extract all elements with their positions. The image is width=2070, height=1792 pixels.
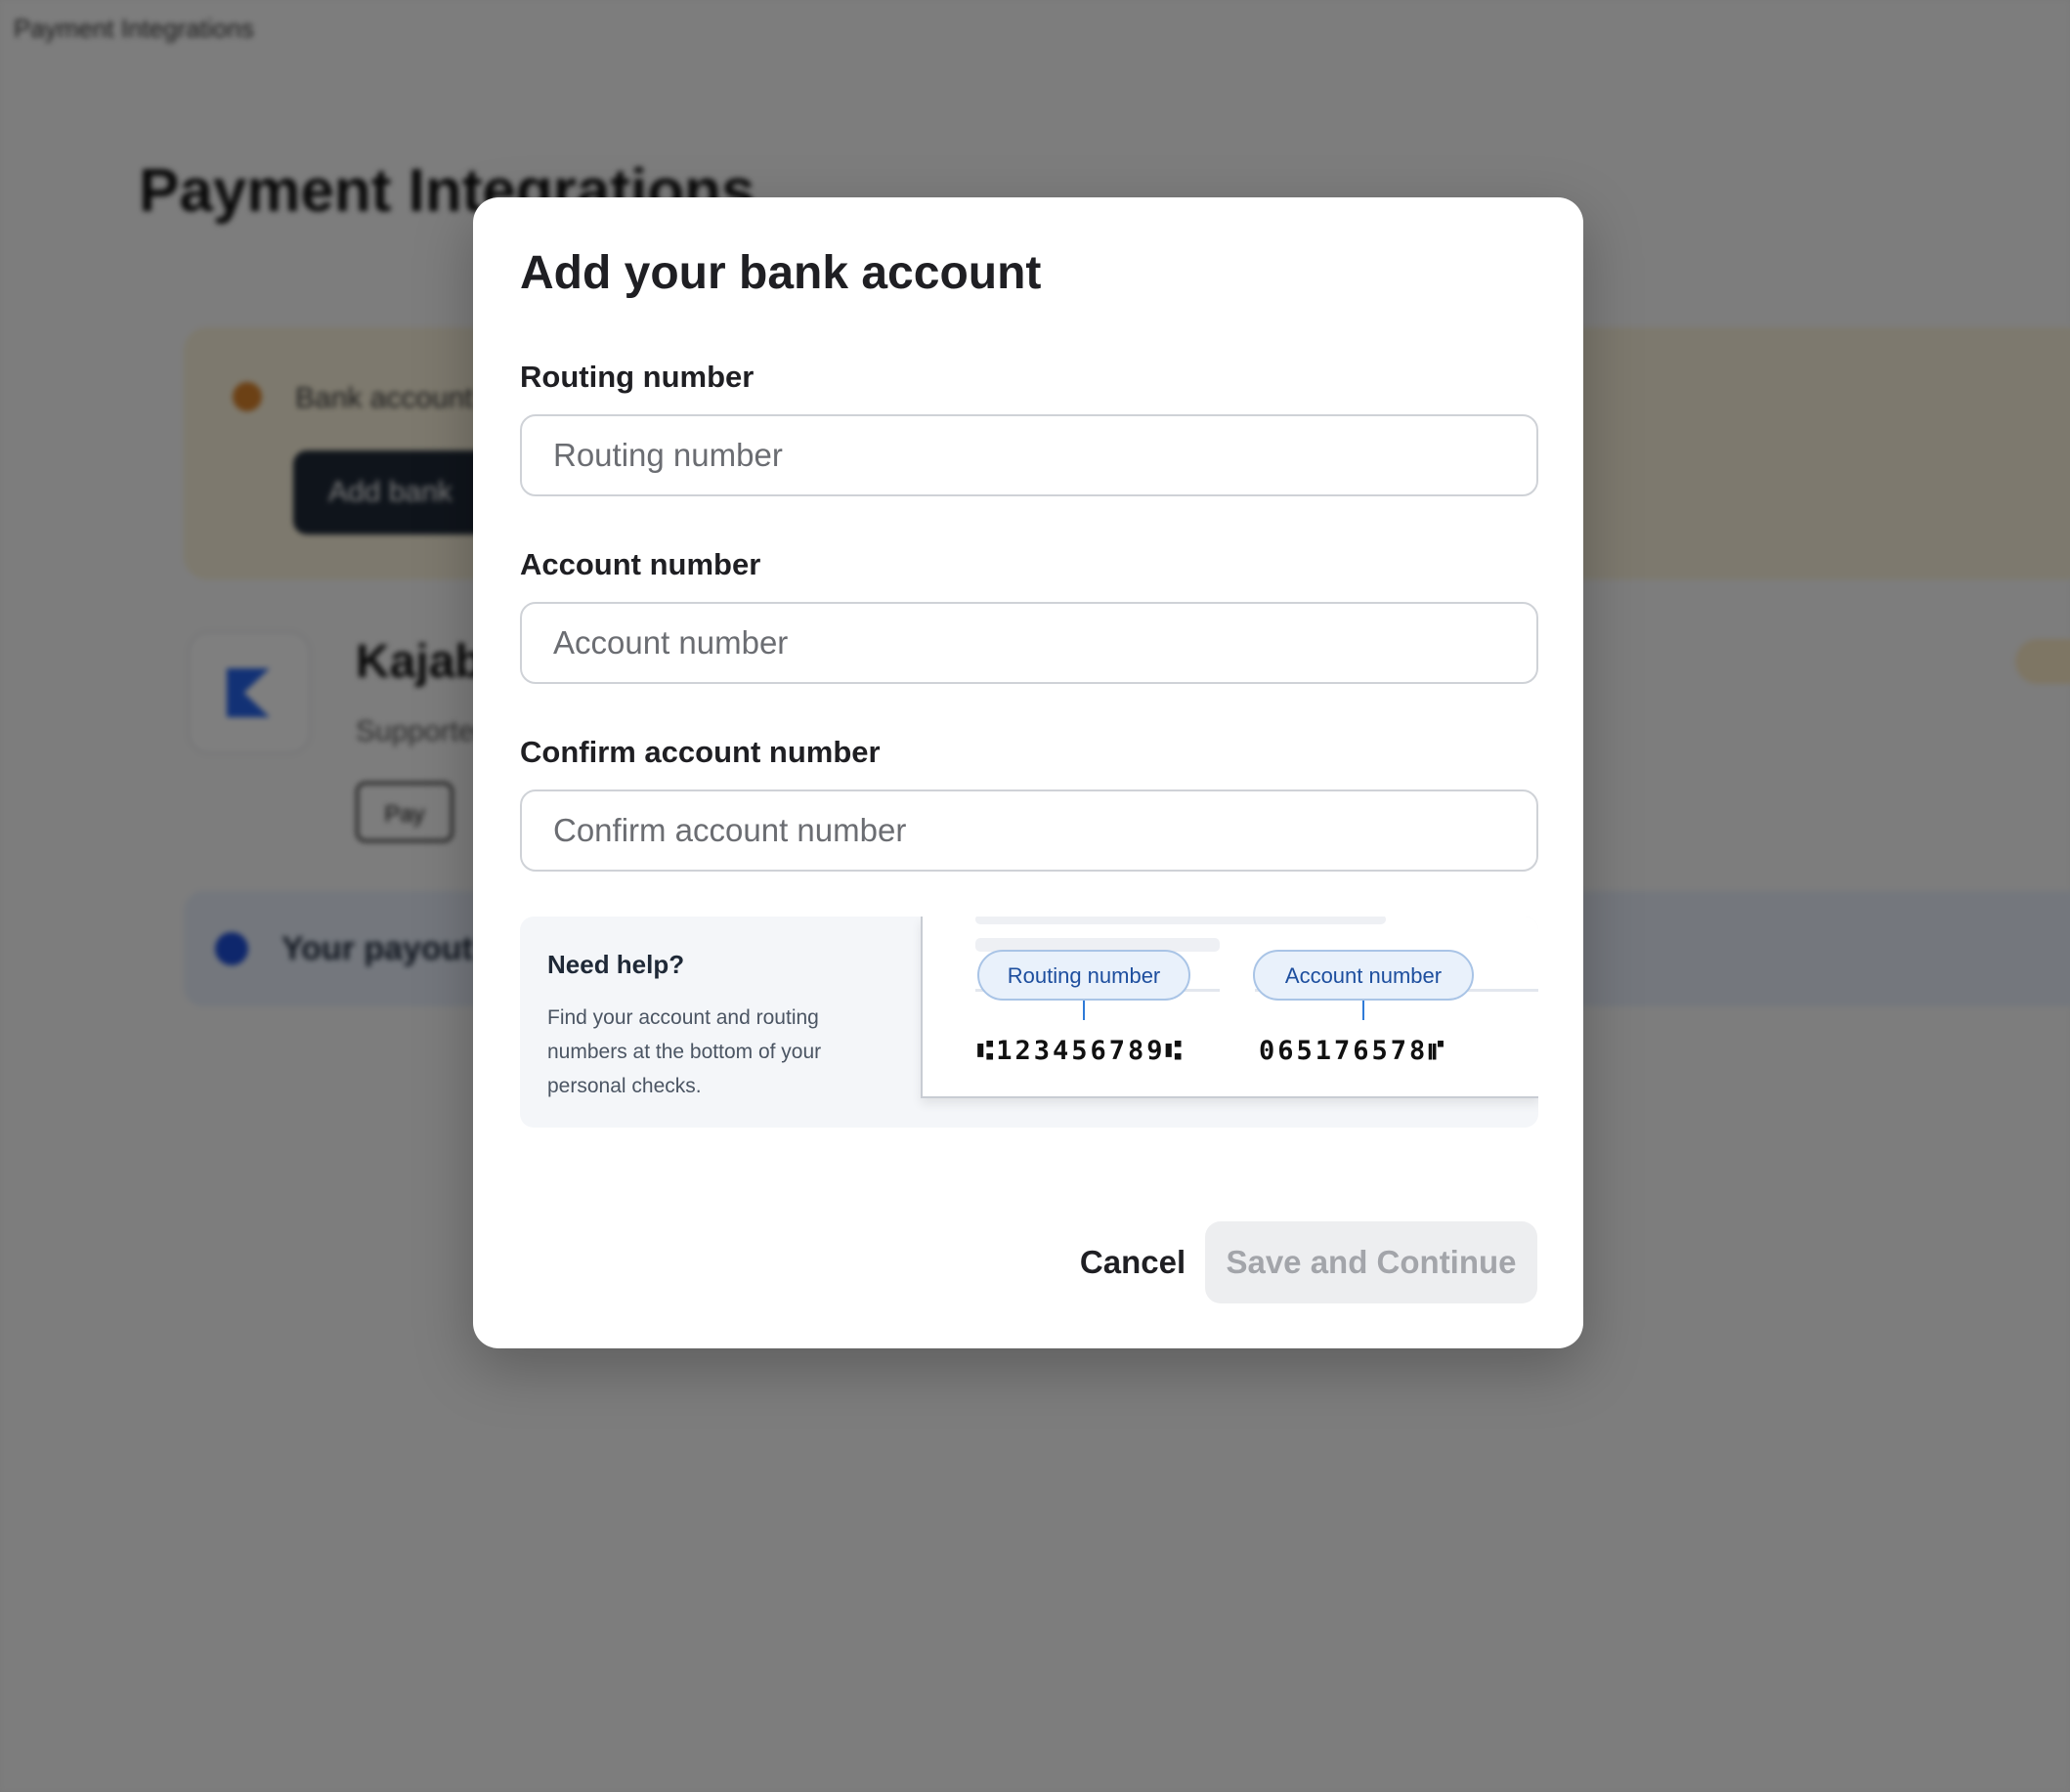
help-text: Find your account and routing numbers at… — [547, 1006, 822, 1097]
account-number-pill: Account number — [1253, 950, 1474, 1001]
account-number-label: Account number — [520, 547, 761, 581]
confirm-account-number-input[interactable] — [520, 789, 1538, 872]
check-illustration: Routing number Account number ⑆123456789… — [921, 917, 1538, 1098]
routing-micr-digits: ⑆123456789⑆ — [977, 1036, 1185, 1066]
routing-number-input[interactable] — [520, 414, 1538, 496]
help-title: Need help? — [547, 950, 685, 979]
routing-number-label: Routing number — [520, 360, 755, 394]
routing-number-pill: Routing number — [977, 950, 1190, 1001]
account-pointer — [1362, 1001, 1364, 1020]
add-bank-account-modal: Add your bank account Routing number Acc… — [473, 197, 1583, 1348]
routing-pointer — [1083, 1001, 1085, 1020]
account-number-input[interactable] — [520, 602, 1538, 684]
help-panel: Need help? Find your account and routing… — [520, 917, 1538, 1128]
confirm-account-number-label: Confirm account number — [520, 735, 881, 769]
check-line-decoration — [975, 917, 1386, 924]
save-and-continue-button[interactable]: Save and Continue — [1205, 1221, 1537, 1303]
modal-title: Add your bank account — [520, 247, 1042, 299]
cancel-button[interactable]: Cancel — [1071, 1221, 1194, 1303]
account-micr-digits: 065176578⑈ — [1259, 1036, 1447, 1066]
